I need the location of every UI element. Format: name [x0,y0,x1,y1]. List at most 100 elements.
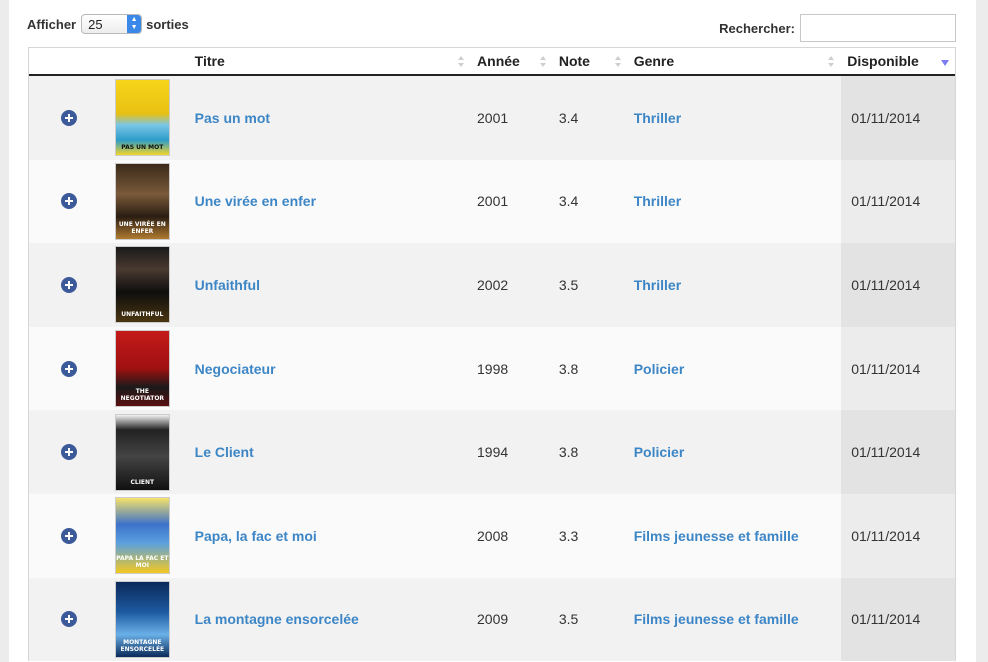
expand-cell [29,76,109,160]
header-available-label: Disponible [847,53,919,69]
genre-link[interactable]: Policier [634,444,685,460]
poster-cell: PAS UN MOT [109,76,189,160]
sort-both-icon [458,56,465,68]
movie-poster[interactable]: UNFAITHFUL [114,246,170,324]
header-title-label: Titre [194,53,225,69]
length-label-before: Afficher [27,16,77,32]
sort-both-icon [539,56,547,68]
poster-cell: THE NEGOTIATOR [109,327,189,411]
genre-link[interactable]: Films jeunesse et famille [634,611,799,627]
expand-cell [29,410,109,494]
table-row: THE NEGOTIATOR Negociateur 1998 3.8 Poli… [29,326,955,411]
genre-link[interactable]: Films jeunesse et famille [634,528,799,544]
note-cell: 3.3 [558,527,579,544]
movie-title-link[interactable]: Negociateur [195,361,276,377]
year-cell: 2002 [477,276,509,293]
header-year[interactable]: Année [471,48,553,74]
available-cell: 01/11/2014 [841,76,955,160]
note-cell: 3.8 [558,444,579,461]
table-row: PAPA LA FAC ET MOI Papa, la fac et moi 2… [29,493,955,578]
movie-poster[interactable]: UNE VIRÉE EN ENFER [114,162,170,240]
poster-caption: PAS UN MOT [121,144,164,152]
search-filter: Rechercher: [719,14,956,42]
poster-caption: THE NEGOTIATOR [120,388,165,403]
header-year-label: Année [477,53,520,69]
movie-title-link[interactable]: Une virée en enfer [195,193,316,209]
genre-cell: Films jeunesse et famille [628,578,842,662]
movie-title-link[interactable]: Unfaithful [195,277,260,293]
movie-title-link[interactable]: La montagne ensorcelée [195,611,359,627]
table-body: PAS UN MOT Pas un mot 2001 3.4 Thriller … [29,76,955,662]
page-length-value: 25 [88,16,103,32]
select-arrows-icon: ▲ ▼ [127,15,142,33]
title-cell: Une virée en enfer [189,160,471,244]
genre-link[interactable]: Thriller [634,277,681,293]
title-cell: Papa, la fac et moi [189,494,471,578]
movie-title-link[interactable]: Papa, la fac et moi [195,528,317,544]
header-title[interactable]: Titre [189,48,471,74]
expand-cell [29,243,109,327]
table-row: CLIENT Le Client 1994 3.8 Policier 01/11… [29,410,955,494]
sort-both-icon [614,56,622,68]
note-cell: 3.5 [558,611,579,628]
table-row: UNFAITHFUL Unfaithful 2002 3.5 Thriller … [29,243,955,327]
content-panel: Afficher 25 ▲ ▼ sorties Rechercher: Titre… [9,0,976,662]
expand-cell [29,578,109,662]
movies-table: Titre Année Note Genre Disponible PAS UN… [28,47,956,662]
movie-poster[interactable]: THE NEGOTIATOR [114,330,170,408]
expand-plus-icon[interactable] [60,444,77,461]
title-cell: Pas un mot [189,76,471,160]
year-cell: 2009 [477,611,509,628]
movie-title-link[interactable]: Le Client [195,444,254,460]
year-cell: 1998 [477,360,509,377]
movie-poster[interactable]: MONTAGNE ENSORCELÉE [114,580,170,658]
table-row: UNE VIRÉE EN ENFER Une virée en enfer 20… [29,159,955,244]
expand-plus-icon[interactable] [60,611,77,628]
header-genre[interactable]: Genre [628,48,842,74]
movie-poster[interactable]: PAPA LA FAC ET MOI [114,497,170,575]
available-cell: 01/11/2014 [841,493,955,578]
title-cell: Unfaithful [189,243,471,327]
header-note-label: Note [558,53,590,69]
genre-link[interactable]: Thriller [634,110,681,126]
poster-cell: PAPA LA FAC ET MOI [109,494,189,578]
header-expand [29,48,109,74]
poster-cell: MONTAGNE ENSORCELÉE [109,578,189,662]
header-poster [109,48,189,74]
note-cell: 3.5 [558,276,579,293]
movie-poster[interactable]: CLIENT [114,413,170,491]
title-cell: La montagne ensorcelée [189,578,471,662]
year-cell: 2001 [477,193,509,210]
genre-cell: Thriller [628,243,842,327]
poster-caption: UNFAITHFUL [121,311,164,319]
page-length-select[interactable]: 25 ▲ ▼ [81,14,143,34]
expand-plus-icon[interactable] [60,276,77,293]
movie-poster[interactable]: PAS UN MOT [114,79,170,157]
search-input[interactable] [800,14,956,42]
header-note[interactable]: Note [553,48,628,74]
movie-title-link[interactable]: Pas un mot [195,110,270,126]
genre-link[interactable]: Policier [634,361,685,377]
available-cell: 01/11/2014 [841,326,955,411]
poster-cell: CLIENT [109,410,189,494]
expand-plus-icon[interactable] [60,193,77,210]
expand-plus-icon[interactable] [60,527,77,544]
table-header: Titre Année Note Genre Disponible [29,48,955,76]
poster-caption: PAPA LA FAC ET MOI [116,555,169,570]
table-row: MONTAGNE ENSORCELÉE La montagne ensorcel… [29,577,955,662]
genre-link[interactable]: Thriller [634,193,681,209]
available-cell: 01/11/2014 [841,159,955,244]
available-cell: 01/11/2014 [841,410,955,494]
available-cell: 01/11/2014 [841,243,955,327]
poster-cell: UNFAITHFUL [109,243,189,327]
genre-cell: Policier [628,327,842,411]
page-length-control: Afficher 25 ▲ ▼ sorties [27,14,189,34]
genre-cell: Films jeunesse et famille [628,494,842,578]
poster-caption: MONTAGNE ENSORCELÉE [120,638,165,653]
expand-plus-icon[interactable] [60,360,77,377]
expand-plus-icon[interactable] [60,109,77,126]
note-cell: 3.4 [558,193,579,210]
header-available[interactable]: Disponible [841,48,955,74]
search-label: Rechercher: [719,20,795,36]
expand-cell [29,160,109,244]
